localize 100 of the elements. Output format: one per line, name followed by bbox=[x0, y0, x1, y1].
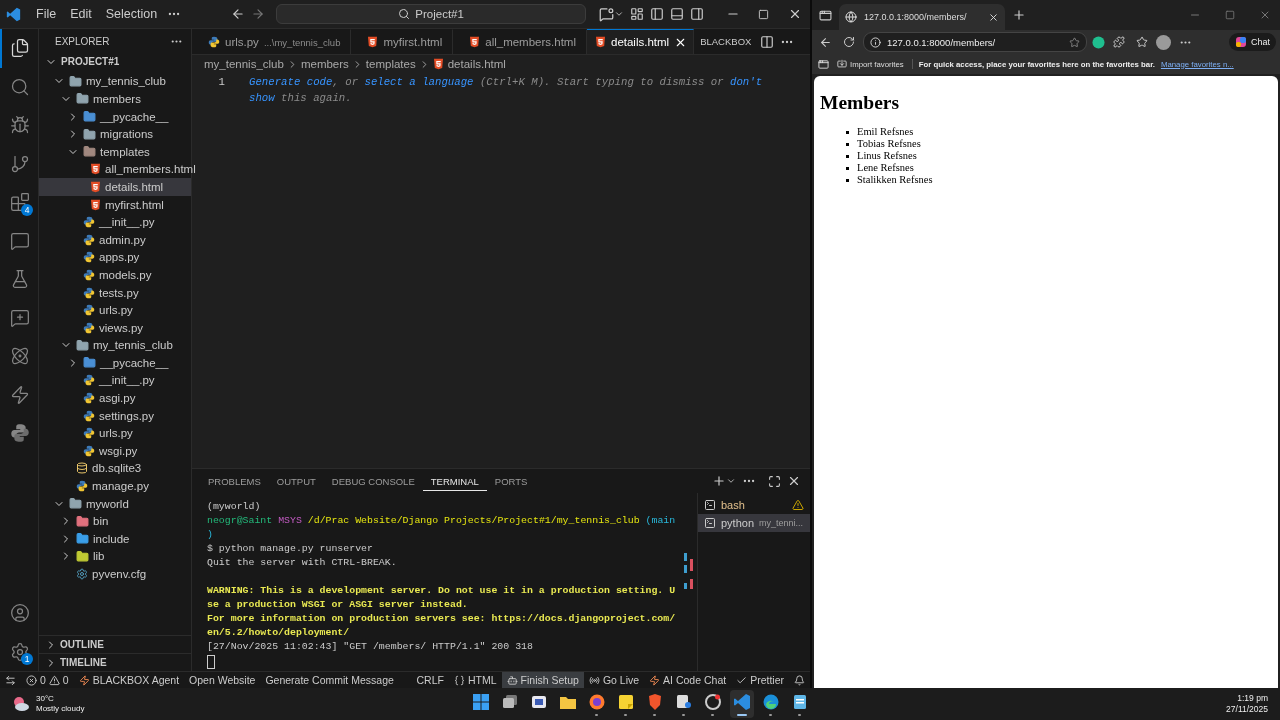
bullet-icon bbox=[846, 154, 849, 158]
explorer-entry[interactable]: pyvenv.cfg bbox=[39, 565, 191, 583]
toolbar-action[interactable]: BLACKBOX bbox=[694, 29, 758, 54]
tablet-icon bbox=[818, 58, 829, 70]
globe-icon bbox=[845, 11, 857, 23]
activity-bar-item[interactable]: 1 bbox=[0, 632, 38, 671]
folder-row[interactable]: my_tennis_club bbox=[39, 336, 191, 355]
folder-row[interactable]: __pycache__ bbox=[39, 354, 191, 372]
section-header[interactable]: OUTLINE bbox=[39, 635, 191, 653]
python-logo-icon bbox=[10, 423, 30, 444]
html-file-icon bbox=[90, 198, 101, 211]
html-file-icon bbox=[367, 36, 379, 48]
status-item[interactable]: BLACKBOX Agent bbox=[73, 672, 185, 688]
panel-tab[interactable]: DEBUG CONSOLE bbox=[323, 471, 423, 491]
terminal-cursor bbox=[207, 655, 215, 669]
status-item[interactable]: CRLF bbox=[411, 672, 449, 688]
explorer-entry[interactable]: apps.py bbox=[39, 248, 191, 267]
bullet-icon bbox=[846, 178, 849, 182]
folder-row[interactable]: my_tennis_club bbox=[39, 72, 191, 91]
hint-link[interactable]: select a language bbox=[364, 76, 474, 88]
terminal-item[interactable]: python my_tenni... bbox=[698, 514, 810, 532]
menu-item[interactable]: Edit bbox=[63, 4, 99, 24]
flask-icon bbox=[10, 269, 30, 290]
hint-link[interactable]: don't bbox=[730, 76, 763, 88]
explorer-entry[interactable]: myfirst.html bbox=[39, 195, 191, 214]
terminal-line: $ python manage.py runserver bbox=[207, 542, 374, 556]
folder-row[interactable]: myworld bbox=[39, 494, 191, 513]
explorer-entry[interactable]: __init__.py bbox=[39, 371, 191, 390]
folder-icon bbox=[83, 145, 96, 159]
folder-row[interactable]: lib bbox=[39, 547, 191, 566]
panel-tab[interactable]: PROBLEMS bbox=[200, 471, 269, 491]
status-item[interactable]: AI Code Chat bbox=[644, 672, 732, 688]
python-file-icon bbox=[83, 216, 95, 229]
sticky-note-icon bbox=[616, 692, 635, 711]
menu-item[interactable]: Selection bbox=[98, 4, 165, 24]
status-item[interactable]: HTML bbox=[448, 672, 502, 688]
problems-status[interactable]: 0 0 bbox=[21, 672, 74, 688]
menu-item[interactable]: File bbox=[29, 4, 64, 24]
panel-tab[interactable]: TERMINAL bbox=[422, 471, 487, 491]
chat-button[interactable]: Chat bbox=[1229, 33, 1276, 51]
count-badge: 4 bbox=[21, 203, 33, 216]
lightning-icon bbox=[649, 674, 661, 686]
python-file-icon bbox=[83, 268, 95, 281]
settings-icon bbox=[10, 641, 30, 662]
explorer-entry[interactable]: models.py bbox=[39, 266, 191, 284]
folder-icon bbox=[76, 514, 89, 528]
command-center-search[interactable]: Project#1 bbox=[276, 4, 587, 24]
status-item[interactable]: Finish Setup bbox=[501, 672, 584, 688]
extension-icon bbox=[1092, 35, 1105, 49]
explorer-entry[interactable]: manage.py bbox=[39, 477, 191, 495]
app-icon bbox=[703, 692, 722, 711]
explorer-entry[interactable]: tests.py bbox=[39, 283, 191, 302]
python-file-icon bbox=[83, 374, 95, 387]
hint-link[interactable]: Generate code bbox=[249, 76, 333, 88]
folder-row[interactable]: members bbox=[39, 90, 191, 108]
breadcrumb-item[interactable]: details.html bbox=[432, 58, 506, 70]
browser-tab[interactable]: 127.0.0.1:8000/members/ bbox=[839, 4, 1005, 30]
folder-row[interactable]: migrations bbox=[39, 125, 191, 143]
explorer-entry[interactable]: asgi.py bbox=[39, 389, 191, 407]
project-header[interactable]: PROJECT#1 bbox=[39, 53, 191, 71]
clock-time: 1:19 pm bbox=[1237, 693, 1268, 704]
explorer-entry[interactable]: urls.py bbox=[39, 424, 191, 443]
explorer-entry[interactable]: admin.py bbox=[39, 230, 191, 249]
status-item[interactable]: Go Live bbox=[583, 672, 645, 688]
breadcrumb-item[interactable]: templates bbox=[365, 58, 416, 70]
python-file-icon bbox=[83, 321, 95, 334]
folder-row[interactable]: __pycache__ bbox=[39, 107, 191, 126]
panel-tab[interactable]: PORTS bbox=[486, 471, 536, 491]
python-file-icon bbox=[83, 444, 95, 457]
terminal-icon bbox=[704, 517, 716, 529]
explorer-entry[interactable]: details.html bbox=[39, 178, 191, 196]
close-icon[interactable] bbox=[988, 11, 999, 23]
editor-tab[interactable]: details.html bbox=[587, 29, 695, 54]
tab-description: ...\my_tennis_club bbox=[263, 36, 341, 48]
status-item[interactable]: Generate Commit Message bbox=[260, 672, 399, 688]
terminal-item[interactable]: bash bbox=[698, 496, 810, 514]
explorer-entry[interactable]: __init__.py bbox=[39, 213, 191, 231]
hint-link[interactable]: show bbox=[249, 92, 275, 104]
explorer-entry[interactable]: wsgi.py bbox=[39, 442, 191, 460]
code-editor-logo-icon bbox=[6, 6, 21, 22]
activity-bar-item[interactable]: 4 bbox=[0, 183, 38, 222]
breadcrumb-item[interactable]: members bbox=[300, 58, 349, 70]
explorer-entry[interactable]: urls.py bbox=[39, 301, 191, 319]
browser-icon bbox=[587, 692, 606, 711]
taskbar-app[interactable] bbox=[729, 690, 754, 718]
panel-tab[interactable]: OUTPUT bbox=[268, 471, 324, 491]
explorer-entry[interactable]: settings.py bbox=[39, 406, 191, 425]
folder-row[interactable]: bin bbox=[39, 512, 191, 531]
terminal-line: neogr@Saint MSYS /d/Prac Website/Django Projects/Project#1/my_tennis_club (main bbox=[207, 514, 677, 528]
folder-row[interactable]: include bbox=[39, 530, 191, 548]
explorer-entry[interactable]: views.py bbox=[39, 318, 191, 337]
puzzle-icon[interactable] bbox=[1110, 33, 1128, 51]
python-file-icon bbox=[83, 286, 95, 299]
status-item[interactable]: Open Website bbox=[184, 672, 261, 688]
status-item[interactable]: Prettier bbox=[731, 672, 789, 688]
import-icon bbox=[837, 59, 847, 69]
explorer-entry[interactable]: db.sqlite3 bbox=[39, 459, 191, 478]
address-bar[interactable]: 127.0.0.1:8000/members/ bbox=[863, 32, 1087, 52]
folder-row[interactable]: templates bbox=[39, 142, 191, 161]
breadcrumb-item[interactable]: my_tennis_club bbox=[204, 58, 284, 70]
